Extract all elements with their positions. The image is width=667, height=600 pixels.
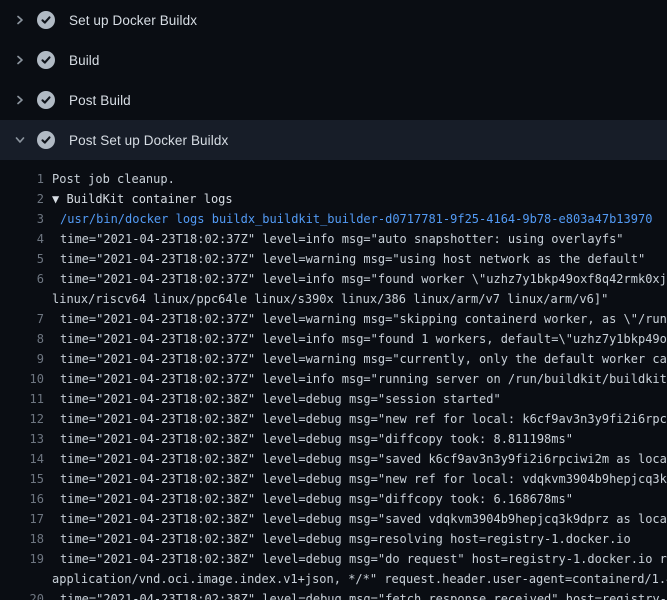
log-line: application/vnd.oci.image.index.v1+json,… [0,569,667,589]
log-line-text: time="2021-04-23T18:02:38Z" level=debug … [60,409,667,429]
log-line: 1 Post job cleanup. [0,169,667,189]
log-line-number[interactable]: 6 [0,269,44,289]
step-list: Set up Docker Buildx Build Post Build [0,0,667,160]
log-line-text: time="2021-04-23T18:02:37Z" level=warnin… [60,349,667,369]
log-line-text: time="2021-04-23T18:02:38Z" level=debug … [60,589,667,600]
log-line: 16 time="2021-04-23T18:02:38Z" level=deb… [0,489,667,509]
log-line-number[interactable]: 7 [0,309,44,329]
log-line-text: /usr/bin/docker logs buildx_buildkit_bui… [60,209,652,229]
log-line-text: time="2021-04-23T18:02:37Z" level=warnin… [60,249,645,269]
log-line: 5 time="2021-04-23T18:02:37Z" level=warn… [0,249,667,269]
log-line: 6 time="2021-04-23T18:02:37Z" level=info… [0,269,667,289]
log-line-number[interactable]: 15 [0,469,44,489]
check-circle-icon [37,131,55,149]
log-line-text: time="2021-04-23T18:02:38Z" level=debug … [60,489,573,509]
log-line-text: time="2021-04-23T18:02:37Z" level=info m… [60,229,624,249]
chevron-icon[interactable] [12,52,28,68]
log-line: 11 time="2021-04-23T18:02:38Z" level=deb… [0,389,667,409]
chevron-icon[interactable] [12,12,28,28]
log-line-number[interactable]: 1 [0,169,44,189]
check-circle-icon [37,11,55,29]
log-line-number[interactable]: 10 [0,369,44,389]
step-name: Post Build [69,93,131,108]
log-line: 17 time="2021-04-23T18:02:38Z" level=deb… [0,509,667,529]
log-line: 4 time="2021-04-23T18:02:37Z" level=info… [0,229,667,249]
actions-log-viewer: Set up Docker Buildx Build Post Build [0,0,667,600]
check-circle-icon [37,91,55,109]
log-line-number[interactable] [0,569,44,589]
log-line-text: linux/riscv64 linux/ppc64le linux/s390x … [52,289,608,309]
log-line-number[interactable]: 4 [0,229,44,249]
log-line-text: time="2021-04-23T18:02:38Z" level=debug … [60,509,667,529]
log-line: 14 time="2021-04-23T18:02:38Z" level=deb… [0,449,667,469]
log-line-text: ▼ BuildKit container logs [52,189,233,209]
log-line: 13 time="2021-04-23T18:02:38Z" level=deb… [0,429,667,449]
log-line-number[interactable]: 11 [0,389,44,409]
log-line: 2 ▼ BuildKit container logs [0,189,667,209]
log-line-text: time="2021-04-23T18:02:37Z" level=info m… [60,369,667,389]
log-line-text: time="2021-04-23T18:02:38Z" level=debug … [60,469,667,489]
log-line-number[interactable]: 12 [0,409,44,429]
log-line: 12 time="2021-04-23T18:02:38Z" level=deb… [0,409,667,429]
log-line: 3 /usr/bin/docker logs buildx_buildkit_b… [0,209,667,229]
step-log-output: 1 Post job cleanup. 2 ▼ BuildKit contain… [0,160,667,600]
log-line-text: time="2021-04-23T18:02:38Z" level=debug … [60,389,501,409]
log-line-text: time="2021-04-23T18:02:38Z" level=debug … [60,429,573,449]
log-line-number[interactable]: 18 [0,529,44,549]
log-line-number[interactable]: 20 [0,589,44,600]
log-line-number[interactable]: 14 [0,449,44,469]
log-line-number[interactable]: 3 [0,209,44,229]
step-name: Post Set up Docker Buildx [69,133,228,148]
log-line-text: Post job cleanup. [52,169,175,189]
log-line-text: time="2021-04-23T18:02:37Z" level=warnin… [60,309,667,329]
log-line: 20 time="2021-04-23T18:02:38Z" level=deb… [0,589,667,600]
log-line: 18 time="2021-04-23T18:02:38Z" level=deb… [0,529,667,549]
step-name: Build [69,53,100,68]
log-line: 9 time="2021-04-23T18:02:37Z" level=warn… [0,349,667,369]
log-line-number[interactable]: 2 [0,189,44,209]
chevron-icon[interactable] [12,132,28,148]
check-circle-icon [37,51,55,69]
log-line: 8 time="2021-04-23T18:02:37Z" level=info… [0,329,667,349]
log-line-number[interactable]: 5 [0,249,44,269]
log-line: 10 time="2021-04-23T18:02:37Z" level=inf… [0,369,667,389]
step-section-header[interactable]: Set up Docker Buildx [0,0,667,40]
log-line-number[interactable]: 17 [0,509,44,529]
step-section-header[interactable]: Post Set up Docker Buildx [0,120,667,160]
log-line-number[interactable]: 9 [0,349,44,369]
log-line-number[interactable]: 8 [0,329,44,349]
log-line-text: time="2021-04-23T18:02:37Z" level=info m… [60,329,667,349]
log-line-number[interactable]: 16 [0,489,44,509]
log-line-text: time="2021-04-23T18:02:37Z" level=info m… [60,269,667,289]
log-line-text: time="2021-04-23T18:02:38Z" level=debug … [60,449,667,469]
log-line-number[interactable]: 19 [0,549,44,569]
log-line: 15 time="2021-04-23T18:02:38Z" level=deb… [0,469,667,489]
chevron-icon[interactable] [12,92,28,108]
step-section-header[interactable]: Post Build [0,80,667,120]
log-line: 7 time="2021-04-23T18:02:37Z" level=warn… [0,309,667,329]
log-line: linux/riscv64 linux/ppc64le linux/s390x … [0,289,667,309]
log-line-text: time="2021-04-23T18:02:38Z" level=debug … [60,529,631,549]
log-line: 19 time="2021-04-23T18:02:38Z" level=deb… [0,549,667,569]
log-line-text: time="2021-04-23T18:02:38Z" level=debug … [60,549,667,569]
step-name: Set up Docker Buildx [69,13,197,28]
log-line-text: application/vnd.oci.image.index.v1+json,… [52,569,667,589]
log-line-number[interactable]: 13 [0,429,44,449]
step-section-header[interactable]: Build [0,40,667,80]
log-line-number[interactable] [0,289,44,309]
